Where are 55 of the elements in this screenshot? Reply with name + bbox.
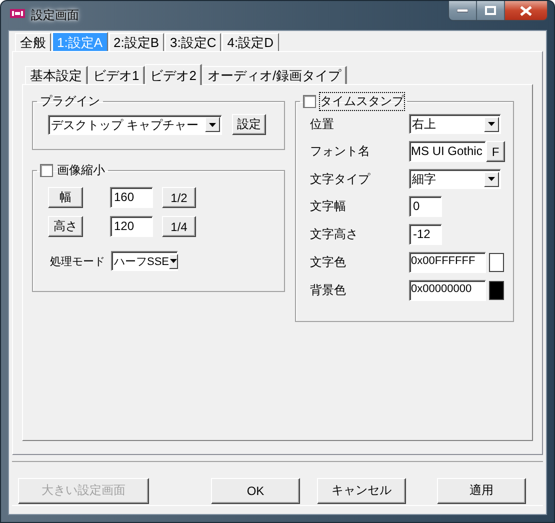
tab[interactable]: ビデオ1 (88, 66, 146, 84)
color-swatch[interactable] (489, 281, 504, 300)
tab[interactable]: 2:設定B (108, 33, 164, 51)
minimize-button[interactable] (449, 1, 477, 20)
minimize-icon (457, 8, 468, 12)
field-label: 文字高さ (310, 226, 359, 243)
tab[interactable]: 3:設定C (165, 33, 222, 51)
caret-icon (209, 122, 216, 126)
field-label: フォント名 (310, 143, 371, 160)
maximize-button[interactable] (477, 1, 505, 20)
field-label: 文字幅 (310, 198, 347, 215)
dialog-button[interactable]: キャンセル (317, 478, 406, 504)
field-label: 文字タイプ (310, 170, 372, 188)
input-field[interactable]: -12 (409, 224, 442, 245)
ratio-button[interactable]: 1/2 (162, 187, 196, 208)
maximize-icon (485, 6, 496, 15)
checkbox-label: タイムスタンプ (320, 93, 404, 110)
dialog-button[interactable]: OK (211, 478, 300, 504)
input-field[interactable]: 0 (409, 196, 442, 217)
caret-icon (170, 259, 178, 263)
app-icon (10, 9, 25, 18)
input-field[interactable]: 120 (110, 216, 153, 237)
close-button[interactable] (505, 1, 547, 20)
group-title: プラグイン (40, 93, 100, 110)
ratio-button[interactable]: 1/4 (162, 216, 196, 237)
size-button[interactable]: 幅 (48, 187, 83, 208)
field-label: 背景色 (310, 282, 347, 299)
dropdown[interactable]: 右上 (409, 114, 501, 134)
tab[interactable]: 基本設定 (25, 66, 88, 84)
tab[interactable]: オーディオ/録画タイプ (202, 66, 348, 84)
font-button[interactable]: F (486, 141, 505, 162)
color-swatch[interactable] (489, 253, 504, 272)
checkbox[interactable] (303, 95, 316, 108)
input-field[interactable]: 0x00000000 (409, 280, 486, 301)
mode-dropdown[interactable]: ハーフSSE (111, 251, 178, 271)
input-field[interactable]: 0x00FFFFFF (409, 252, 486, 273)
checkbox[interactable] (40, 164, 53, 177)
checkbox-label: 画像縮小 (57, 162, 105, 179)
plugin-dropdown[interactable]: デスクトップ キャプチャー (48, 114, 222, 134)
close-icon (520, 6, 532, 16)
input-field[interactable]: 160 (110, 187, 153, 208)
caret-icon (488, 122, 495, 126)
input-field[interactable]: MS UI Gothic (409, 141, 486, 162)
field-label: 位置 (310, 116, 335, 132)
tab[interactable]: ビデオ2 (145, 64, 202, 85)
field-label: 文字色 (310, 254, 347, 271)
tab[interactable]: 全般 (15, 33, 51, 51)
size-button[interactable]: 高さ (48, 216, 83, 237)
dialog-button[interactable]: 適用 (437, 478, 526, 504)
field-label: 処理モード (50, 254, 106, 268)
caret-icon (488, 177, 495, 181)
settings-button[interactable]: 設定 (232, 114, 266, 135)
window-title: 設定画面 (31, 7, 79, 24)
tab[interactable]: 4:設定D (222, 33, 278, 51)
dropdown[interactable]: 細字 (409, 169, 501, 189)
